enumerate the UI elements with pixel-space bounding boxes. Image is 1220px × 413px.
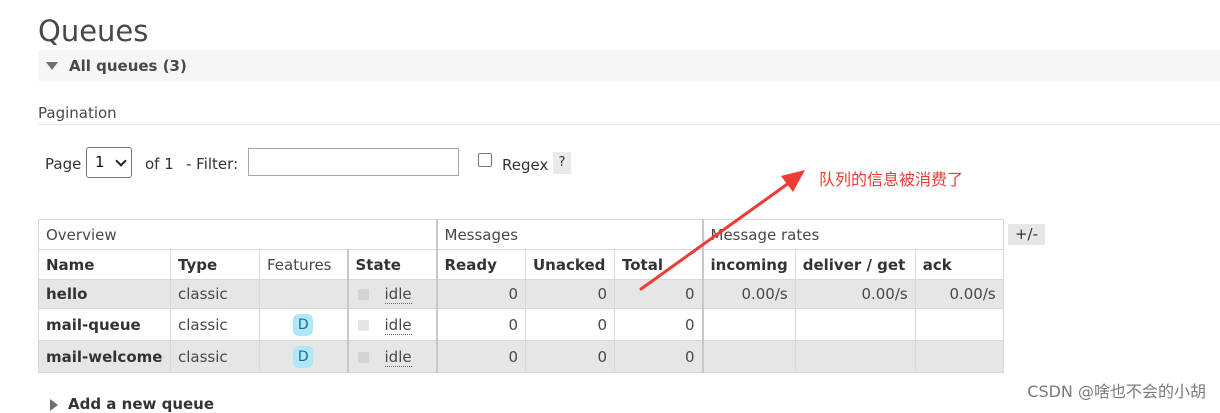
state-indicator-icon — [357, 289, 369, 300]
annotation-text: 队列的信息被消费了 — [819, 170, 964, 189]
group-messages: Messages — [435, 219, 703, 250]
collapse-triangle-icon[interactable] — [46, 62, 58, 70]
state-indicator-icon — [357, 319, 369, 331]
durable-badge: D — [293, 313, 314, 336]
rate-incoming — [701, 340, 796, 373]
regex-checkbox[interactable] — [478, 153, 492, 167]
filter-input[interactable] — [248, 148, 459, 176]
queue-name-link[interactable]: mail-queue — [38, 308, 171, 341]
column-header-features[interactable]: Features — [259, 249, 348, 280]
column-header-deliver-get[interactable]: deliver / get — [794, 249, 916, 280]
messages-unacked: 0 — [525, 279, 615, 309]
column-header-unacked[interactable]: Unacked — [525, 249, 615, 280]
durable-badge: D — [293, 345, 314, 368]
pagination-controls: Page 1 of 1 - Filter: Regex ? — [45, 147, 605, 179]
add-queue-section-header[interactable]: Add a new queue — [50, 395, 214, 413]
toggle-columns-button[interactable]: +/- — [1008, 224, 1045, 245]
filter-label: - Filter: — [186, 155, 239, 173]
page-select[interactable]: 1 — [86, 147, 132, 178]
rate-incoming: 0.00/s — [701, 279, 796, 309]
column-header-type[interactable]: Type — [170, 249, 260, 280]
rate-ack — [914, 340, 1004, 373]
expand-triangle-icon[interactable] — [50, 398, 58, 411]
table-row[interactable]: mail-queue classic D idle 0 0 0 — [38, 308, 1004, 341]
queue-features: D — [259, 340, 348, 373]
queue-state: idle — [346, 279, 437, 309]
rate-ack — [914, 308, 1004, 341]
state-label: idle — [384, 347, 412, 367]
all-queues-label: All queues (3) — [69, 57, 187, 75]
divider — [38, 124, 1220, 125]
column-header-ack[interactable]: ack — [914, 249, 1004, 280]
column-header-incoming[interactable]: incoming — [701, 249, 796, 280]
state-label: idle — [384, 285, 412, 304]
add-queue-label: Add a new queue — [68, 395, 215, 413]
rate-ack: 0.00/s — [914, 279, 1004, 309]
chevron-down-icon — [115, 155, 127, 167]
table-row[interactable]: hello classic idle 0 0 0 0.00/s 0.00/s 0… — [38, 279, 1004, 309]
messages-ready: 0 — [435, 340, 526, 373]
regex-help-button[interactable]: ? — [553, 152, 571, 174]
messages-unacked: 0 — [525, 308, 615, 341]
all-queues-section-header[interactable]: All queues (3) — [38, 50, 1220, 81]
rate-deliver-get — [794, 340, 916, 373]
pagination-heading: Pagination — [38, 104, 117, 122]
queue-name-link[interactable]: mail-welcome — [38, 340, 171, 373]
queue-name-link[interactable]: hello — [38, 279, 171, 309]
state-indicator-icon — [357, 351, 369, 363]
messages-ready: 0 — [435, 279, 526, 309]
state-label: idle — [384, 315, 412, 335]
queue-state: idle — [346, 340, 437, 373]
queue-features — [259, 279, 348, 309]
queues-table: Overview Messages Message rates Name Typ… — [38, 219, 1004, 373]
column-header-state[interactable]: State — [346, 249, 437, 280]
messages-total: 0 — [614, 308, 703, 341]
column-header-ready[interactable]: Ready — [435, 249, 526, 280]
queue-type: classic — [170, 340, 260, 373]
column-header-total[interactable]: Total — [614, 249, 703, 280]
queue-type: classic — [170, 279, 260, 309]
queue-type: classic — [170, 308, 260, 341]
rate-incoming — [701, 308, 796, 341]
page-count-label: of 1 — [145, 155, 174, 173]
rate-deliver-get: 0.00/s — [794, 279, 916, 309]
page-title: Queues — [38, 14, 149, 48]
rate-deliver-get — [794, 308, 916, 341]
regex-label: Regex — [502, 156, 549, 174]
messages-ready: 0 — [435, 308, 526, 341]
messages-total: 0 — [614, 279, 703, 309]
table-row[interactable]: mail-welcome classic D idle 0 0 0 — [38, 340, 1004, 373]
column-header-name[interactable]: Name — [38, 249, 171, 280]
page-select-value: 1 — [95, 153, 105, 171]
queue-features: D — [259, 308, 348, 341]
messages-total: 0 — [614, 340, 703, 373]
group-overview: Overview — [38, 219, 437, 250]
group-message-rates: Message rates — [701, 219, 1004, 250]
messages-unacked: 0 — [525, 340, 615, 373]
watermark: CSDN @啥也不会的小胡 — [1027, 382, 1206, 401]
queue-state: idle — [346, 308, 437, 341]
page-label: Page — [45, 155, 82, 173]
